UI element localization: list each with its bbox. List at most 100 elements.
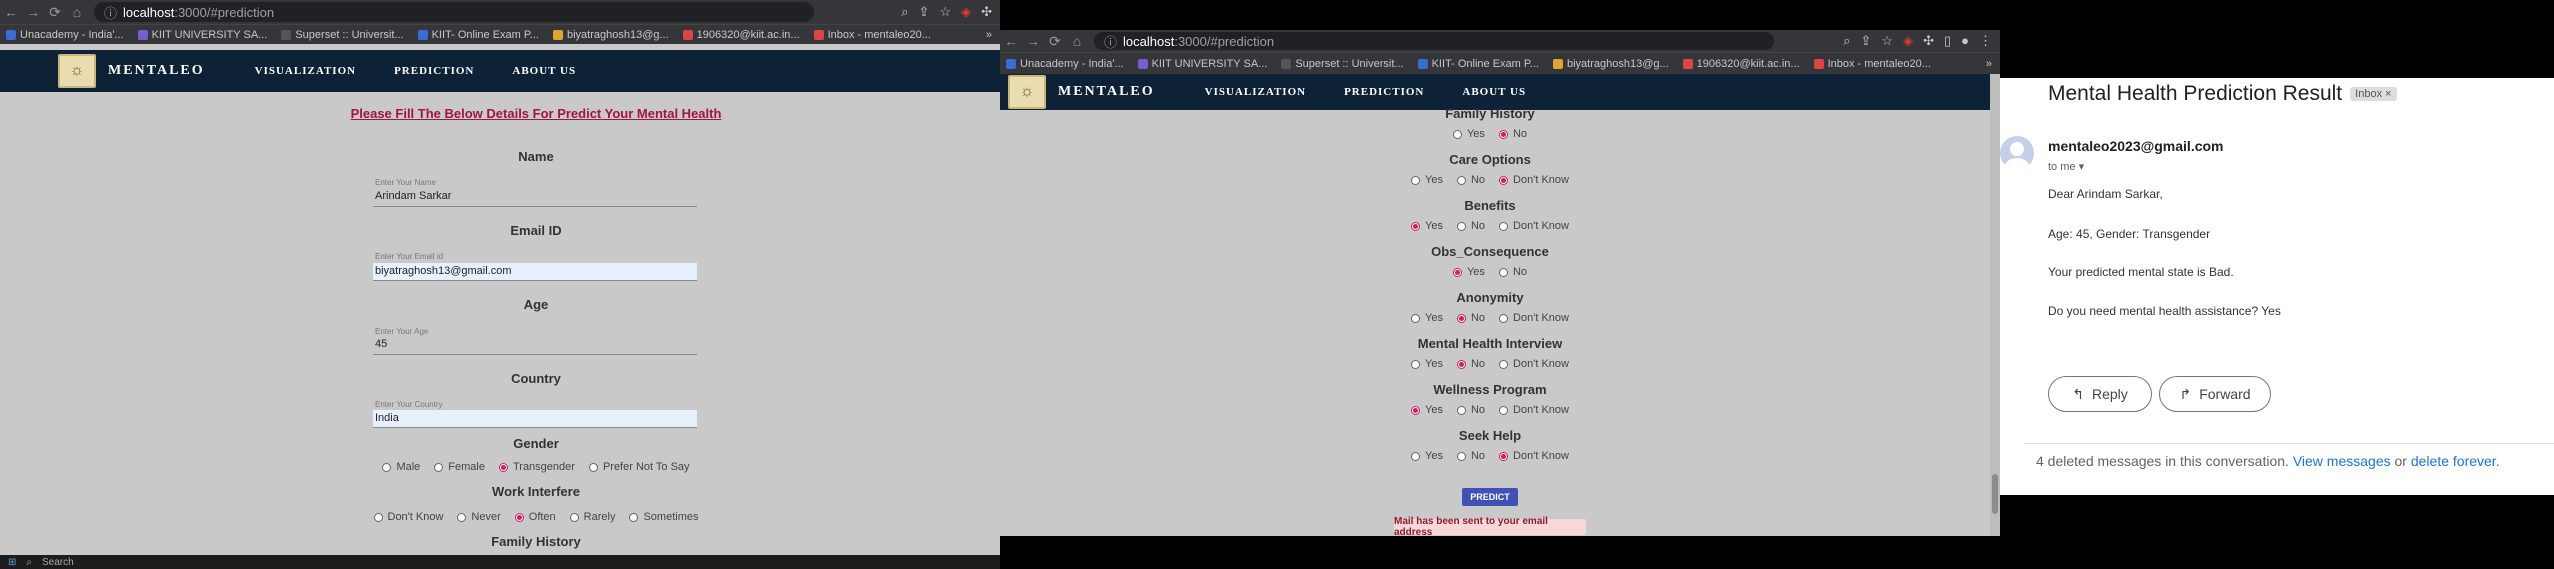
bookmark-item[interactable]: Superset :: Universit... — [281, 29, 404, 41]
answer-option[interactable]: Don't Know — [1499, 174, 1569, 186]
reload-icon[interactable]: ⟳ — [44, 4, 66, 21]
puzzle-icon[interactable]: ✣ — [981, 4, 992, 20]
gender-option[interactable]: Transgender — [498, 461, 575, 473]
answer-option[interactable]: Don't Know — [1499, 404, 1569, 416]
answer-option[interactable]: Yes — [1411, 404, 1443, 416]
bookmark-item[interactable]: KIIT- Online Exam P... — [1417, 58, 1539, 70]
nav-prediction-2[interactable]: PREDICTION — [1344, 86, 1424, 98]
age-input[interactable]: 45 — [373, 338, 697, 355]
radio-circle-icon[interactable] — [373, 512, 383, 522]
nav-visualization-2[interactable]: VISUALIZATION — [1205, 86, 1306, 98]
inbox-badge[interactable]: Inbox × — [2350, 87, 2397, 101]
radio-circle-icon[interactable] — [1498, 129, 1508, 139]
answer-option[interactable]: Don't Know — [1499, 450, 1569, 462]
share-icon[interactable]: ⇪ — [919, 4, 930, 20]
mentaleo-logo-icon[interactable]: ☼ — [58, 54, 96, 88]
radio-circle-icon[interactable] — [1456, 451, 1466, 461]
windows-start-icon[interactable]: ⊞ — [8, 557, 16, 568]
forward-icon[interactable]: → — [22, 4, 44, 20]
gender-option[interactable]: Female — [434, 461, 485, 473]
puzzle-icon-2[interactable]: ✣ — [1923, 33, 1934, 49]
answer-option[interactable]: Yes — [1411, 220, 1443, 232]
radio-circle-icon[interactable] — [1499, 451, 1509, 461]
radio-circle-icon[interactable] — [1456, 405, 1466, 415]
star-icon-2[interactable]: ☆ — [1881, 33, 1893, 49]
profile-avatar-icon[interactable]: ● — [1961, 33, 1969, 49]
gender-option[interactable]: Prefer Not To Say — [588, 461, 690, 473]
search-icon-2[interactable]: ⌕ — [1843, 33, 1850, 49]
radio-circle-icon[interactable] — [457, 512, 467, 522]
radio-circle-icon[interactable] — [1456, 359, 1466, 369]
work-option[interactable]: Don't Know — [373, 511, 443, 523]
radio-circle-icon[interactable] — [382, 462, 392, 472]
answer-option[interactable]: No — [1498, 128, 1527, 140]
radio-circle-icon[interactable] — [1411, 221, 1421, 231]
radio-circle-icon[interactable] — [1411, 405, 1421, 415]
answer-option[interactable]: No — [1456, 450, 1485, 462]
radio-circle-icon[interactable] — [588, 462, 598, 472]
name-input[interactable]: Arindam Sarkar — [373, 190, 697, 207]
radio-circle-icon[interactable] — [1411, 359, 1421, 369]
menu-icon-2[interactable]: ⋮ — [1979, 33, 1992, 49]
back-icon[interactable]: ← — [0, 4, 22, 20]
scrollbar-thumb[interactable] — [1992, 474, 1998, 514]
radio-circle-icon[interactable] — [1456, 175, 1466, 185]
taskbar-search[interactable]: Search — [42, 557, 74, 568]
answer-option[interactable]: Don't Know — [1499, 312, 1569, 324]
answer-option[interactable]: No — [1498, 266, 1527, 278]
bookmark-item[interactable]: Inbox - mentaleo20... — [1813, 58, 1931, 70]
radio-circle-icon[interactable] — [1499, 221, 1509, 231]
bookmark-item[interactable]: Unacademy - India'... — [1006, 58, 1124, 70]
bookmark-item[interactable]: Unacademy - India'... — [6, 29, 124, 41]
share-icon-2[interactable]: ⇪ — [1861, 33, 1872, 49]
answer-option[interactable]: Yes — [1452, 266, 1485, 278]
radio-circle-icon[interactable] — [434, 462, 444, 472]
predict-button[interactable]: PREDICT — [1462, 488, 1518, 506]
answer-option[interactable]: No — [1456, 404, 1485, 416]
radio-circle-icon[interactable] — [569, 512, 579, 522]
scrollbar[interactable] — [1990, 74, 2000, 536]
answer-option[interactable]: Don't Know — [1499, 358, 1569, 370]
answer-option[interactable]: Yes — [1411, 312, 1443, 324]
reply-button[interactable]: ↰ Reply — [2048, 376, 2152, 412]
sender-address[interactable]: mentaleo2023@gmail.com — [2048, 138, 2224, 154]
bookmark-item[interactable]: KIIT UNIVERSITY SA... — [1137, 58, 1267, 70]
bookmark-item[interactable]: KIIT- Online Exam P... — [417, 29, 539, 41]
radio-circle-icon[interactable] — [1499, 405, 1509, 415]
radio-circle-icon[interactable] — [1498, 267, 1508, 277]
nav-about-us-2[interactable]: ABOUT US — [1462, 86, 1526, 98]
work-option[interactable]: Sometimes — [629, 511, 699, 523]
bookmark-item[interactable]: 1906320@kiit.ac.in... — [682, 29, 800, 41]
bookmark-item[interactable]: Superset :: Universit... — [1281, 58, 1404, 70]
forward-icon-2[interactable]: → — [1022, 33, 1044, 49]
more-bookmarks-icon[interactable]: » — [986, 29, 1000, 41]
answer-option[interactable]: No — [1456, 358, 1485, 370]
star-icon[interactable]: ☆ — [939, 4, 951, 20]
close-icon[interactable]: × — [2385, 88, 2391, 100]
nav-prediction[interactable]: PREDICTION — [394, 65, 474, 77]
gender-option[interactable]: Male — [382, 461, 420, 473]
caret-down-icon[interactable]: ▾ — [2079, 161, 2085, 173]
radio-circle-icon[interactable] — [1499, 359, 1509, 369]
home-icon-2[interactable]: ⌂ — [1066, 33, 1088, 49]
radio-circle-icon[interactable] — [1411, 175, 1421, 185]
radio-circle-icon[interactable] — [1452, 129, 1462, 139]
home-icon[interactable]: ⌂ — [66, 4, 88, 20]
bookmark-item[interactable]: Inbox - mentaleo20... — [813, 29, 931, 41]
bookmark-item[interactable]: KIIT UNIVERSITY SA... — [137, 29, 267, 41]
radio-circle-icon[interactable] — [1411, 451, 1421, 461]
radio-circle-icon[interactable] — [1456, 221, 1466, 231]
answer-option[interactable]: Don't Know — [1499, 220, 1569, 232]
nav-visualization[interactable]: VISUALIZATION — [255, 65, 356, 77]
radio-circle-icon[interactable] — [1499, 175, 1509, 185]
mentaleo-logo-icon-2[interactable]: ☼ — [1008, 75, 1046, 109]
radio-circle-icon[interactable] — [1411, 313, 1421, 323]
answer-option[interactable]: No — [1456, 220, 1485, 232]
answer-option[interactable]: No — [1456, 174, 1485, 186]
radio-circle-icon[interactable] — [629, 512, 639, 522]
nav-about-us[interactable]: ABOUT US — [512, 65, 576, 77]
url-field-2[interactable]: ⓘ localhost:3000/#prediction — [1094, 32, 1774, 50]
search-icon[interactable]: ⌕ — [901, 4, 908, 20]
forward-button[interactable]: ↱ Forward — [2159, 376, 2271, 412]
answer-option[interactable]: Yes — [1411, 358, 1443, 370]
